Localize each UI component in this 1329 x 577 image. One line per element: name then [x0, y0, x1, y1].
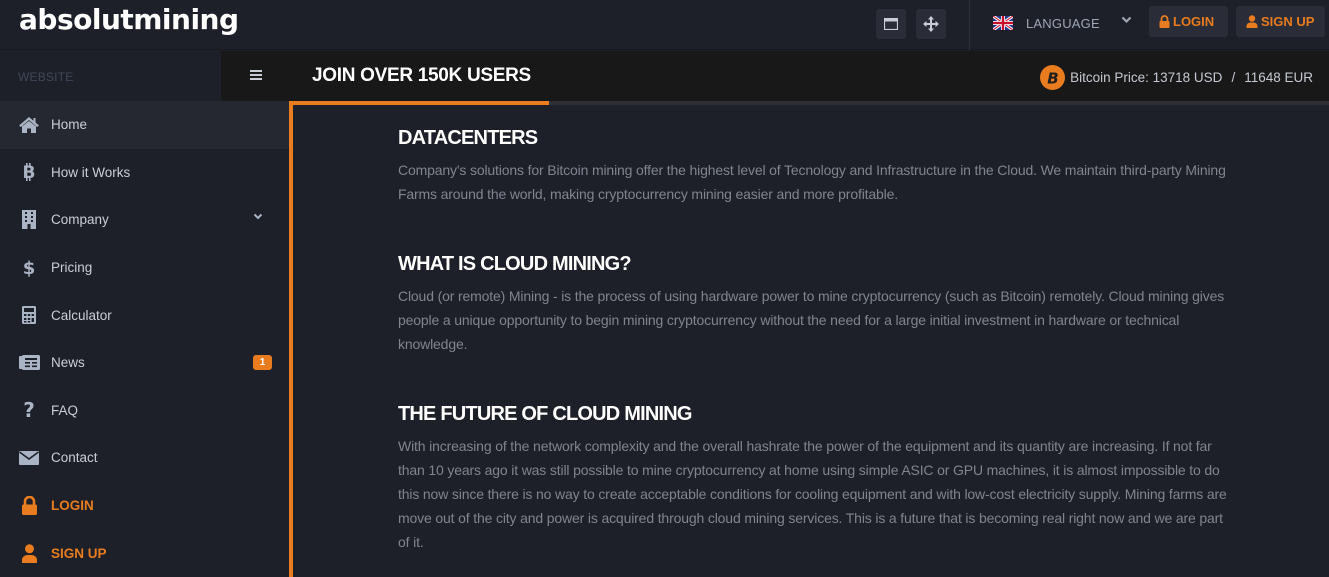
- section-body: Company's solutions for Bitcoin mining o…: [398, 162, 1226, 202]
- header-divider: [969, 0, 970, 50]
- sidebar-item-news[interactable]: News 1: [0, 339, 289, 387]
- bitcoin-coin-icon: B: [1040, 65, 1066, 90]
- sidebar-item-company[interactable]: Company: [0, 196, 289, 244]
- page-title: JOIN OVER 150K USERS: [312, 65, 531, 86]
- newspaper-icon: [18, 352, 40, 374]
- bitcoin-icon: B: [18, 161, 40, 183]
- section-heading: WHAT IS CLOUD MINING?: [398, 253, 632, 275]
- bitcoin-price: B Bitcoin Price: 13718 USD / 11648 EUR: [1040, 65, 1313, 90]
- move-arrows-icon: [923, 16, 939, 32]
- move-button[interactable]: [916, 9, 946, 39]
- sidebar-item-label: SIGN UP: [51, 545, 107, 561]
- content-header-bar: JOIN OVER 150K USERS B Bitcoin Price: 13…: [221, 51, 1329, 101]
- hamburger-menu-icon[interactable]: [249, 68, 263, 82]
- lock-icon: [18, 495, 40, 517]
- sidebar-nav: Home B How it Works Company $ Pricing Ca…: [0, 101, 289, 577]
- svg-text:B: B: [1047, 70, 1058, 86]
- sidebar-item-signup[interactable]: SIGN UP: [0, 529, 289, 577]
- logo[interactable]: absolutmining: [19, 3, 239, 36]
- sidebar-item-calculator[interactable]: Calculator: [0, 291, 289, 339]
- sidebar-item-label: LOGIN: [51, 498, 94, 514]
- svg-text:?: ?: [23, 400, 35, 420]
- header-signup-label: SIGN UP: [1261, 14, 1315, 29]
- sidebar-item-label: FAQ: [51, 402, 79, 418]
- main-content: DATACENTERS Company's solutions for Bitc…: [289, 101, 1329, 577]
- datacenters-section: DATACENTERS Company's solutions for Bitc…: [398, 127, 1233, 206]
- sidebar-item-faq[interactable]: ? FAQ: [0, 387, 289, 435]
- sidebar-item-home[interactable]: Home: [0, 101, 289, 149]
- sidebar-section-label: WEBSITE: [18, 70, 74, 84]
- window-icon: [884, 18, 898, 30]
- calculator-icon: [18, 304, 40, 326]
- section-body: Cloud (or remote) Mining - is the proces…: [398, 288, 1225, 352]
- question-icon: ?: [18, 399, 40, 421]
- uk-flag-icon: [993, 16, 1013, 30]
- user-icon: [1246, 15, 1258, 28]
- home-icon: [18, 114, 40, 136]
- header-login-button[interactable]: LOGIN: [1149, 6, 1228, 37]
- bitcoin-price-usd: Bitcoin Price: 13718 USD: [1070, 70, 1223, 85]
- svg-text:$: $: [23, 258, 36, 278]
- sidebar-item-label: Pricing: [51, 260, 93, 276]
- sidebar-item-label: How it Works: [51, 164, 131, 180]
- price-separator: /: [1231, 70, 1236, 85]
- header-signup-button[interactable]: SIGN UP: [1236, 6, 1325, 37]
- language-label: LANGUAGE: [1026, 15, 1100, 31]
- section-heading: THE FUTURE OF CLOUD MINING: [398, 403, 692, 425]
- sidebar-item-label: Home: [51, 117, 88, 133]
- sidebar: WEBSITE Home B How it Works Company $ Pr…: [0, 51, 289, 577]
- sidebar-item-contact[interactable]: Contact: [0, 434, 289, 482]
- envelope-icon: [18, 447, 40, 469]
- cloud-mining-section: WHAT IS CLOUD MINING? Cloud (or remote) …: [398, 253, 1233, 356]
- sidebar-item-label: Contact: [51, 450, 98, 466]
- sidebar-item-login[interactable]: LOGIN: [0, 482, 289, 530]
- sidebar-item-pricing[interactable]: $ Pricing: [0, 244, 289, 292]
- dollar-icon: $: [18, 257, 40, 279]
- sidebar-item-label: News: [51, 355, 85, 371]
- chevron-down-icon: [1121, 16, 1132, 24]
- bitcoin-price-eur: 11648 EUR: [1244, 70, 1313, 85]
- sidebar-item-label: Calculator: [51, 307, 112, 323]
- sidebar-item-how-it-works[interactable]: B How it Works: [0, 149, 289, 197]
- user-icon: [18, 542, 40, 564]
- window-toggle-button[interactable]: [876, 9, 906, 39]
- chevron-down-icon: [253, 213, 263, 220]
- section-body: With increasing of the network complexit…: [398, 438, 1227, 550]
- building-icon: [18, 209, 40, 231]
- lock-icon: [1159, 15, 1170, 28]
- news-count-badge: 1: [253, 354, 272, 370]
- top-header: absolutmining LANGUAGE LOGIN SIGN UP: [0, 0, 1329, 50]
- language-selector[interactable]: LANGUAGE: [993, 10, 1132, 36]
- section-heading: DATACENTERS: [398, 127, 538, 149]
- header-login-label: LOGIN: [1173, 14, 1215, 29]
- future-section: THE FUTURE OF CLOUD MINING With increasi…: [398, 403, 1233, 554]
- sidebar-item-label: Company: [51, 212, 109, 228]
